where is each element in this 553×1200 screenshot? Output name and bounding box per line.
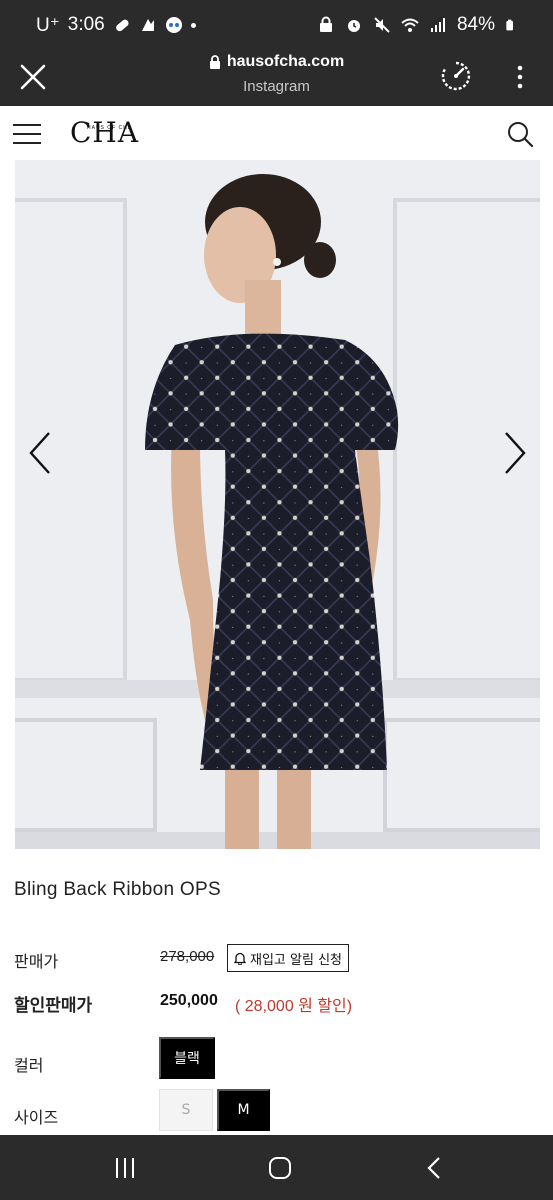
carrier-label: U⁺ xyxy=(36,14,60,36)
sale-price-label: 할인판매가 xyxy=(14,996,93,1015)
color-label: 컬러 xyxy=(14,1058,44,1075)
app-notification-icon xyxy=(141,19,154,31)
mute-icon xyxy=(374,17,390,33)
system-navigation-bar xyxy=(0,1135,553,1200)
next-image-chevron-icon[interactable] xyxy=(500,430,530,476)
restock-notify-label: 재입고 알림 신청 xyxy=(250,952,342,968)
site-logo[interactable]: CHA HAUS OF CHA xyxy=(70,116,138,154)
alarm-icon xyxy=(347,20,360,32)
logo-main-text: CHA xyxy=(70,116,140,149)
color-option-black[interactable]: 블랙 xyxy=(159,1037,215,1079)
sale-price: 250,000 xyxy=(160,992,218,1009)
recent-apps-icon[interactable] xyxy=(110,1155,140,1181)
more-notifications-dot xyxy=(190,22,196,28)
size-label: 사이즈 xyxy=(14,1110,59,1127)
url-label: hausofcha.com xyxy=(209,53,344,71)
restock-notify-button[interactable]: 재입고 알림 신청 xyxy=(227,944,349,972)
product-photo xyxy=(15,160,540,849)
price-label: 판매가 xyxy=(14,954,59,971)
product-title: Bling Back Ribbon OPS xyxy=(14,879,221,900)
battery-percent: 84% xyxy=(456,14,495,35)
status-right: 84% xyxy=(317,14,517,36)
previous-image-chevron-icon[interactable] xyxy=(25,430,55,476)
search-icon[interactable] xyxy=(506,120,534,148)
battery-icon xyxy=(506,19,513,31)
product-image-carousel[interactable] xyxy=(15,160,540,849)
more-options-icon[interactable] xyxy=(510,62,530,92)
signal-icon xyxy=(430,18,445,32)
size-option-m[interactable]: M xyxy=(217,1089,270,1131)
mascot-icon xyxy=(165,17,182,33)
in-app-browser-bar: hausofcha.com Instagram xyxy=(0,50,553,106)
menu-icon[interactable] xyxy=(13,123,41,145)
clock: 3:06 xyxy=(67,14,105,35)
logo-small-text: HAUS OF CHA xyxy=(87,125,133,131)
status-bar: U⁺ 3:06 84% xyxy=(0,0,553,50)
original-price: 278,000 xyxy=(160,948,215,965)
pill-icon xyxy=(115,19,129,32)
bell-icon xyxy=(234,952,246,965)
speedometer-icon[interactable] xyxy=(440,60,472,92)
discount-amount: ( 28,000 원 할인) xyxy=(235,998,353,1015)
status-left: U⁺ 3:06 xyxy=(36,14,196,37)
url-text: hausofcha.com xyxy=(226,53,345,70)
size-option-s[interactable]: S xyxy=(159,1089,213,1131)
wifi-icon xyxy=(401,18,419,32)
back-icon[interactable] xyxy=(420,1155,450,1181)
site-header: CHA HAUS OF CHA xyxy=(0,106,553,160)
lock-icon xyxy=(209,55,220,69)
home-icon[interactable] xyxy=(265,1155,295,1181)
lock-screen-icon xyxy=(319,16,332,32)
